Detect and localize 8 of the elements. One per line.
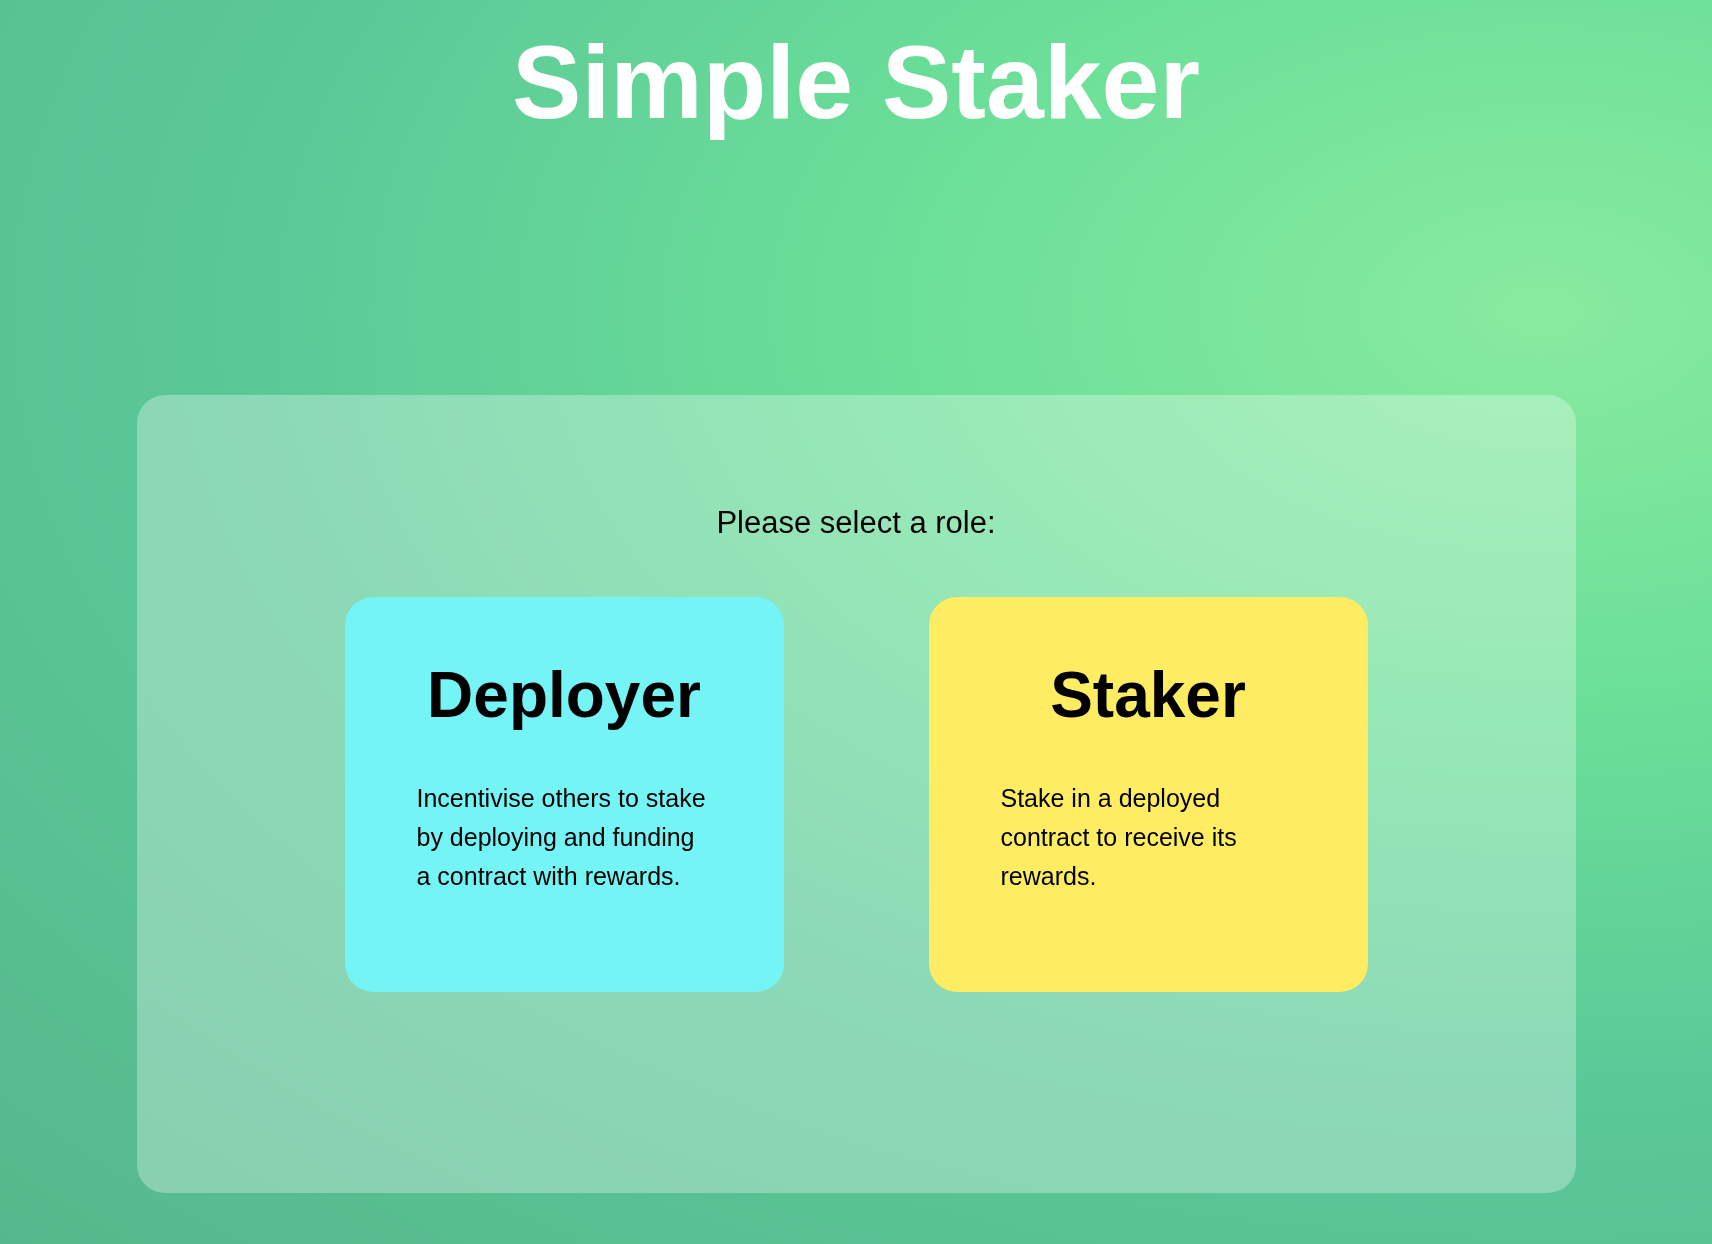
role-title: Deployer [427,657,701,733]
page-title: Simple Staker [512,23,1200,142]
prompt-text: Please select a role: [716,504,996,542]
role-description: Incentivise others to stake by deploying and funding a contract with rewards. [416,782,707,892]
role-title: Staker [1050,657,1246,733]
role-description: Stake in a deployed contract to receive its rewards. [1000,782,1238,892]
role-card[interactable]: Staker Stake in a deployed contract to receive its rewards. [928,596,1368,992]
role-card[interactable]: Deployer Incentivise others to stake by deploying and funding a contract with rewards. [344,596,784,992]
